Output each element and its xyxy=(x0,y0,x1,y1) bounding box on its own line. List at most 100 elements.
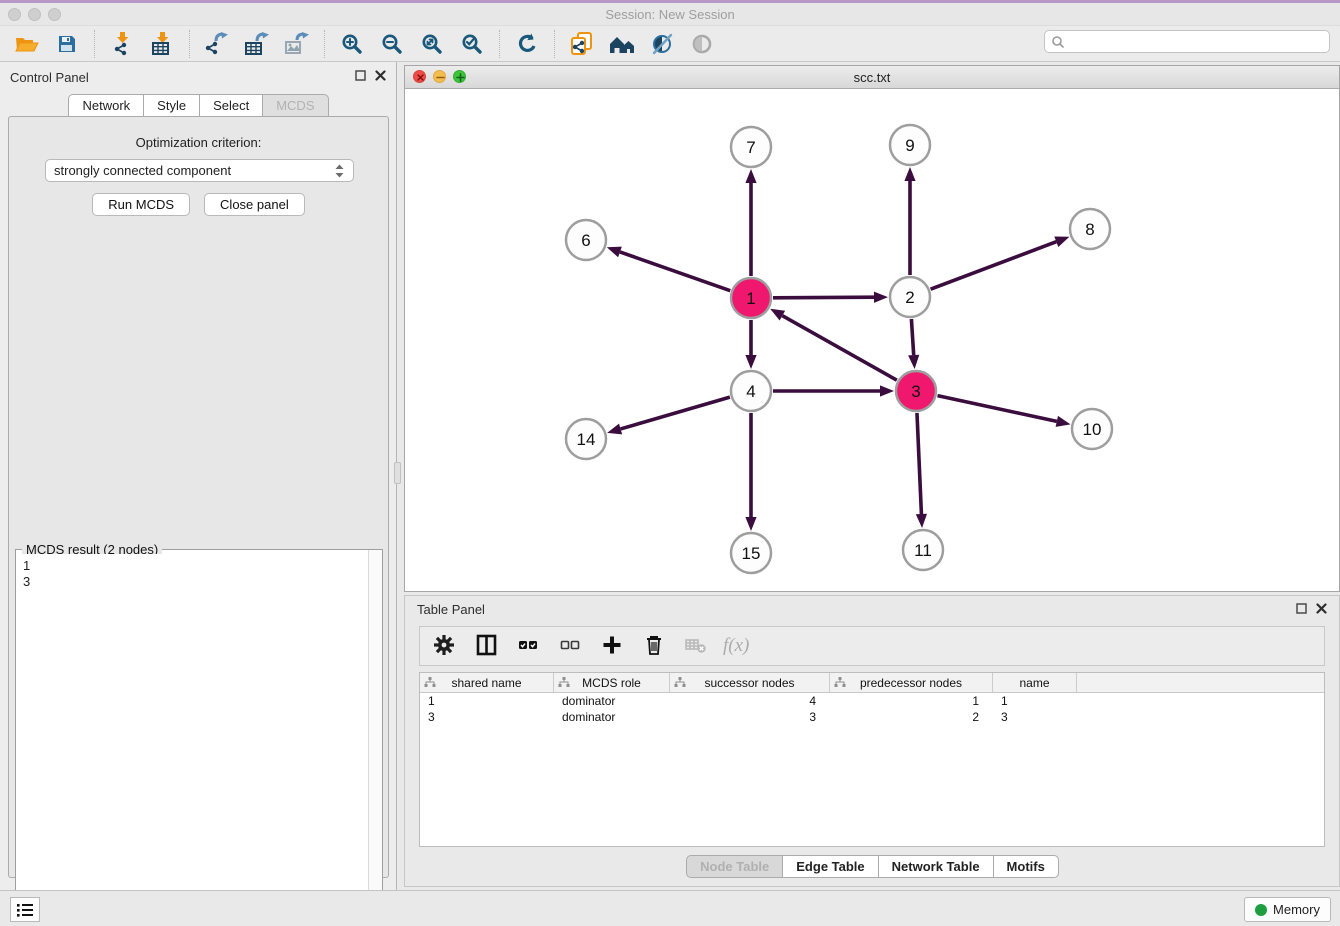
tab-node-table[interactable]: Node Table xyxy=(686,855,783,878)
graph-edge-4-15[interactable] xyxy=(745,413,756,531)
graph-edge-2-3[interactable] xyxy=(908,319,919,369)
table-options-button[interactable] xyxy=(430,632,458,660)
result-scrollbar[interactable] xyxy=(368,550,382,926)
table-cell[interactable]: 3 xyxy=(420,710,554,724)
node-table[interactable]: shared nameMCDS rolesuccessor nodesprede… xyxy=(419,672,1325,847)
column-header-predecessor-nodes[interactable]: predecessor nodes xyxy=(830,673,993,692)
graph-node-7[interactable]: 7 xyxy=(731,127,771,167)
svg-text:1: 1 xyxy=(746,289,755,308)
close-panel-icon[interactable] xyxy=(375,70,386,81)
graph-node-1[interactable]: 1 xyxy=(731,278,771,318)
open-session-button[interactable] xyxy=(10,29,44,59)
table-cell[interactable]: 1 xyxy=(830,694,993,708)
svg-text:7: 7 xyxy=(746,138,755,157)
tab-mcds[interactable]: MCDS xyxy=(262,94,328,116)
select-all-rows-button[interactable] xyxy=(514,632,542,660)
clone-network-button[interactable] xyxy=(565,29,599,59)
delete-table-button xyxy=(682,632,710,660)
delete-table-icon xyxy=(685,635,707,658)
table-cell[interactable]: 2 xyxy=(830,710,993,724)
zoom-out-button[interactable] xyxy=(375,29,409,59)
tab-edge-table[interactable]: Edge Table xyxy=(782,855,878,878)
search-icon xyxy=(1051,35,1065,49)
table-cell[interactable]: 4 xyxy=(670,694,830,708)
graph-node-2[interactable]: 2 xyxy=(890,277,930,317)
window-title: Session: New Session xyxy=(0,7,1340,22)
graph-node-14[interactable]: 14 xyxy=(566,419,606,459)
graph-edge-1-6[interactable] xyxy=(607,247,730,291)
delete-column-button[interactable] xyxy=(640,632,668,660)
graph-edge-3-1[interactable] xyxy=(770,309,897,380)
import-network-button[interactable] xyxy=(105,29,139,59)
export-table-button[interactable] xyxy=(240,29,274,59)
graph-edge-2-8[interactable] xyxy=(931,236,1070,289)
column-header-name[interactable]: name xyxy=(993,673,1077,692)
search-box[interactable] xyxy=(1044,30,1330,53)
tab-network-table[interactable]: Network Table xyxy=(878,855,994,878)
zoom-selected-button[interactable] xyxy=(455,29,489,59)
show-style-button[interactable] xyxy=(645,29,679,59)
graph-edge-1-2[interactable] xyxy=(773,292,888,303)
graph-node-15[interactable]: 15 xyxy=(731,533,771,573)
memory-button[interactable]: Memory xyxy=(1244,897,1331,922)
panel-splitter-grip[interactable] xyxy=(394,462,401,484)
graph-edge-3-10[interactable] xyxy=(938,396,1071,427)
graph-node-3[interactable]: 3 xyxy=(896,371,936,411)
table-cell[interactable]: dominator xyxy=(554,710,670,724)
svg-text:3: 3 xyxy=(911,382,920,401)
table-cell[interactable]: 1 xyxy=(420,694,554,708)
graph-edge-3-11[interactable] xyxy=(916,413,927,528)
column-header-shared-name[interactable]: shared name xyxy=(420,673,554,692)
save-session-button[interactable] xyxy=(50,29,84,59)
tab-select[interactable]: Select xyxy=(199,94,263,116)
graph-edge-1-7[interactable] xyxy=(745,169,756,276)
close-panel-button[interactable]: Close panel xyxy=(204,193,305,216)
graph-edge-2-9[interactable] xyxy=(904,167,915,275)
tab-network[interactable]: Network xyxy=(68,94,144,116)
graph-node-11[interactable]: 11 xyxy=(903,530,943,570)
add-column-button[interactable] xyxy=(598,632,626,660)
show-columns-button[interactable] xyxy=(472,632,500,660)
export-image-button[interactable] xyxy=(280,29,314,59)
graph-node-6[interactable]: 6 xyxy=(566,220,606,260)
graph-node-8[interactable]: 8 xyxy=(1070,209,1110,249)
float-panel-icon[interactable] xyxy=(355,70,366,81)
mcds-result-item[interactable]: 1 xyxy=(23,558,361,574)
columns-icon xyxy=(476,634,497,659)
graph-edge-4-3[interactable] xyxy=(773,385,894,396)
run-mcds-button[interactable]: Run MCDS xyxy=(92,193,190,216)
optimization-criterion-select[interactable]: strongly connected component xyxy=(45,159,354,182)
table-cell[interactable]: 3 xyxy=(670,710,830,724)
table-cell[interactable]: 3 xyxy=(993,710,1077,724)
close-table-panel-icon[interactable] xyxy=(1316,603,1327,614)
tab-motifs[interactable]: Motifs xyxy=(993,855,1059,878)
table-row[interactable]: 3dominator323 xyxy=(420,709,1324,725)
first-neighbors-button[interactable] xyxy=(605,29,639,59)
export-network-button[interactable] xyxy=(200,29,234,59)
table-cell[interactable]: dominator xyxy=(554,694,670,708)
mcds-result-item[interactable]: 3 xyxy=(23,574,361,590)
graph-node-9[interactable]: 9 xyxy=(890,125,930,165)
function-builder-button: f(x) xyxy=(724,632,752,660)
mcds-result-list[interactable]: 13 xyxy=(17,554,367,925)
memory-status-icon xyxy=(1255,904,1267,916)
fit-content-button[interactable] xyxy=(415,29,449,59)
graph-edge-1-4[interactable] xyxy=(745,320,756,369)
task-history-button[interactable] xyxy=(10,897,40,922)
graph-node-10[interactable]: 10 xyxy=(1072,409,1112,449)
network-canvas[interactable]: 7 9 6 8 1 2 4 3 14 10 15 11 xyxy=(405,89,1339,591)
table-row[interactable]: 1dominator411 xyxy=(420,693,1324,709)
graph-edge-4-14[interactable] xyxy=(607,397,730,434)
column-header-MCDS-role[interactable]: MCDS role xyxy=(554,673,670,692)
zoom-in-button[interactable] xyxy=(335,29,369,59)
tab-style[interactable]: Style xyxy=(143,94,200,116)
graph-node-4[interactable]: 4 xyxy=(731,371,771,411)
deselect-all-rows-button[interactable] xyxy=(556,632,584,660)
refresh-view-button[interactable] xyxy=(510,29,544,59)
float-table-panel-icon[interactable] xyxy=(1296,603,1307,614)
search-input[interactable] xyxy=(1065,31,1329,52)
table-cell[interactable]: 1 xyxy=(993,694,1077,708)
column-header-successor-nodes[interactable]: successor nodes xyxy=(670,673,830,692)
network-titlebar[interactable]: scc.txt xyxy=(405,66,1339,89)
import-table-button[interactable] xyxy=(145,29,179,59)
